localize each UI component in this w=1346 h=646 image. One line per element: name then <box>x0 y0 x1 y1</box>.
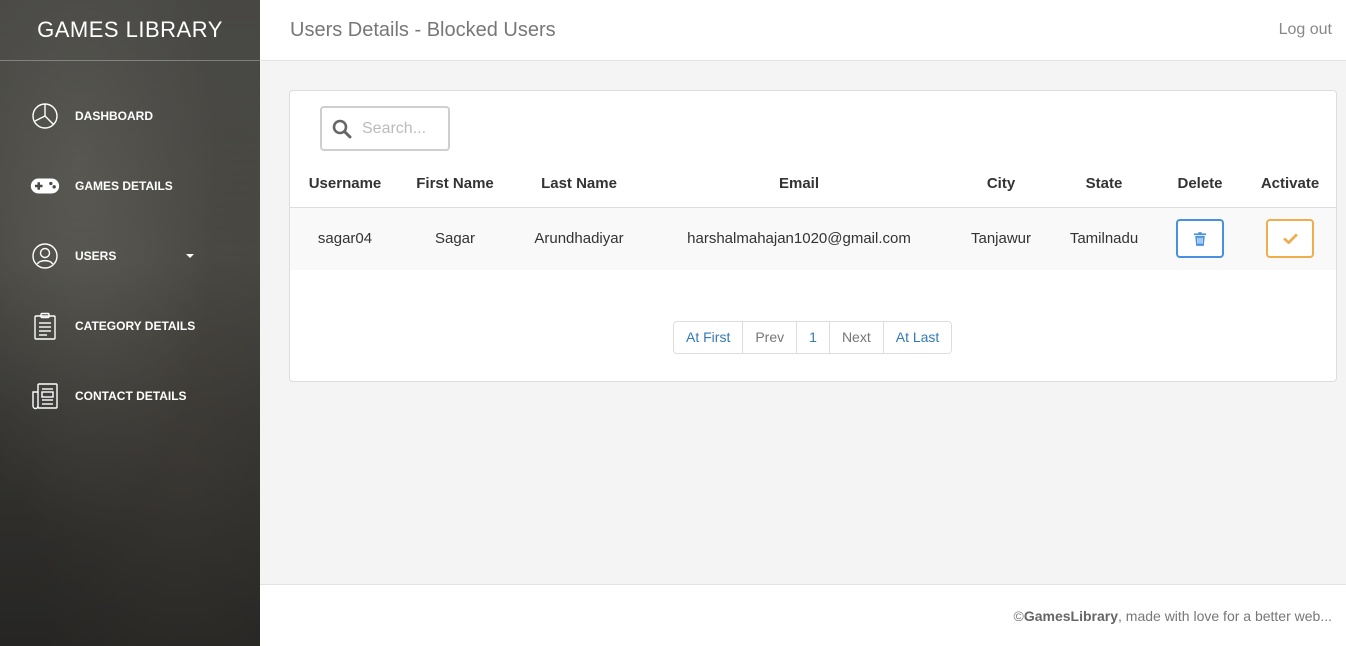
cell-activate <box>1244 207 1336 270</box>
clipboard-icon <box>30 311 60 341</box>
page-number-link[interactable]: 1 <box>797 322 830 353</box>
sidebar-nav: DASHBOARD GAMES DETAILS USERS CATEGORY D… <box>0 61 260 431</box>
brand-logo[interactable]: GAMES LIBRARY <box>0 0 260 61</box>
activate-button[interactable] <box>1266 219 1314 259</box>
sidebar-item-label: CATEGORY DETAILS <box>75 319 196 333</box>
header-city[interactable]: City <box>950 161 1052 208</box>
sidebar-item-dashboard[interactable]: DASHBOARD <box>0 81 260 151</box>
pie-chart-icon <box>30 101 60 131</box>
top-header: Users Details - Blocked Users Log out <box>260 0 1346 61</box>
check-icon <box>1282 233 1298 245</box>
page-prev-link[interactable]: Prev <box>743 322 798 353</box>
header-first-name[interactable]: First Name <box>400 161 510 208</box>
cell-email: harshalmahajan1020@gmail.com <box>648 207 950 270</box>
sidebar-item-label: GAMES DETAILS <box>75 179 173 193</box>
search-input[interactable] <box>362 119 442 138</box>
sidebar-item-label: USERS <box>75 249 117 263</box>
sidebar-item-games-details[interactable]: GAMES DETAILS <box>0 151 260 221</box>
gamepad-icon <box>30 171 60 201</box>
cell-city: Tanjawur <box>950 207 1052 270</box>
user-icon <box>30 241 60 271</box>
header-delete: Delete <box>1156 161 1244 208</box>
sidebar-item-users[interactable]: USERS <box>0 221 260 291</box>
pagination: At First Prev 1 Next At Last <box>673 321 953 354</box>
footer-brand[interactable]: GamesLibrary <box>1024 608 1118 624</box>
delete-button[interactable] <box>1176 219 1224 259</box>
sidebar-item-contact-details[interactable]: CONTACT DETAILS <box>0 361 260 431</box>
sidebar: GAMES LIBRARY DASHBOARD GAMES DETAILS US… <box>0 0 260 646</box>
page-last-link[interactable]: At Last <box>883 322 952 353</box>
search-box[interactable] <box>320 106 450 151</box>
logout-link[interactable]: Log out <box>1279 21 1332 39</box>
blocked-users-card: Username First Name Last Name Email City… <box>289 90 1337 382</box>
users-table: Username First Name Last Name Email City… <box>290 161 1336 270</box>
chevron-down-icon[interactable] <box>186 254 195 258</box>
footer-tagline: , made with love for a better web... <box>1118 607 1332 624</box>
header-state[interactable]: State <box>1052 161 1156 208</box>
sidebar-item-category-details[interactable]: CATEGORY DETAILS <box>0 291 260 361</box>
sidebar-item-label: CONTACT DETAILS <box>75 389 187 403</box>
newspaper-icon <box>30 381 60 411</box>
page-title: Users Details - Blocked Users <box>290 18 556 41</box>
header-activate: Activate <box>1244 161 1336 208</box>
cell-delete <box>1156 207 1244 270</box>
page-first-link[interactable]: At First <box>674 322 744 353</box>
footer-copyright: © <box>1013 607 1024 624</box>
trash-icon <box>1194 231 1206 246</box>
footer: © GamesLibrary, made with love for a bet… <box>260 584 1346 646</box>
sidebar-item-label: DASHBOARD <box>75 109 153 123</box>
search-icon <box>332 119 352 138</box>
cell-username: sagar04 <box>290 207 400 270</box>
header-email[interactable]: Email <box>648 161 950 208</box>
cell-first-name: Sagar <box>400 207 510 270</box>
table-row: sagar04 Sagar Arundhadiyar harshalmahaja… <box>290 207 1336 270</box>
cell-state: Tamilnadu <box>1052 207 1156 270</box>
header-username[interactable]: Username <box>290 161 400 208</box>
page-next-link[interactable]: Next <box>829 322 884 353</box>
header-last-name[interactable]: Last Name <box>510 161 648 208</box>
cell-last-name: Arundhadiyar <box>510 207 648 270</box>
table-header-row: Username First Name Last Name Email City… <box>290 161 1336 208</box>
